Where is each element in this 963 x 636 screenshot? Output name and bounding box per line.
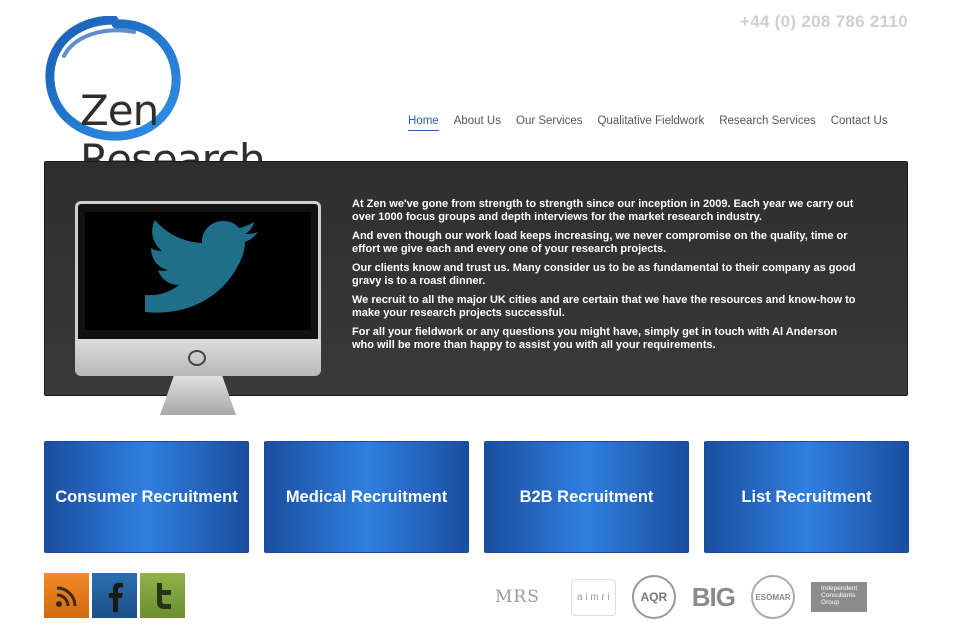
nav-about-us[interactable]: About Us	[454, 115, 501, 131]
hero-paragraph: At Zen we've gone from strength to stren…	[352, 198, 854, 223]
phone-number: +44 (0) 208 786 2110	[739, 12, 908, 31]
social-links	[44, 573, 185, 618]
monitor-chin	[75, 339, 321, 376]
nav-contact-us[interactable]: Contact Us	[831, 115, 888, 131]
monitor-image	[75, 201, 321, 415]
hero-banner: At Zen we've gone from strength to stren…	[44, 161, 908, 415]
main-nav: Home About Us Our Services Qualitative F…	[408, 115, 888, 131]
hero-paragraph: We recruit to all the major UK cities an…	[352, 294, 856, 319]
partner-logos: MRS a i m r i AQR BIG ESOMAR Independent…	[495, 575, 868, 619]
hero-paragraph: And even though our work load keeps incr…	[352, 230, 848, 255]
hero-text: At Zen we've gone from strength to stren…	[352, 198, 862, 358]
esomar-logo: ESOMAR	[751, 575, 796, 619]
monitor-stand	[160, 376, 236, 415]
logo[interactable]: Zen Research	[44, 15, 354, 184]
monitor-frame	[75, 201, 321, 339]
twitter-icon[interactable]	[140, 573, 185, 618]
aqr-logo: AQR	[631, 575, 676, 619]
service-tiles: Consumer Recruitment Medical Recruitment…	[44, 441, 909, 553]
hero-paragraph: Our clients know and trust us. Many cons…	[352, 262, 856, 287]
icg-logo: Independent Consultants Group	[811, 582, 868, 612]
tile-b2b-recruitment[interactable]: B2B Recruitment	[484, 441, 689, 553]
tile-consumer-recruitment[interactable]: Consumer Recruitment	[44, 441, 249, 553]
rss-icon[interactable]	[44, 573, 89, 618]
monitor-screen	[85, 212, 311, 330]
apple-logo-icon	[188, 350, 206, 366]
nav-our-services[interactable]: Our Services	[516, 115, 582, 131]
nav-home[interactable]: Home	[408, 115, 439, 131]
nav-research-services[interactable]: Research Services	[719, 115, 816, 131]
nav-qualitative-fieldwork[interactable]: Qualitative Fieldwork	[597, 115, 704, 131]
hero-paragraph: For all your fieldwork or any questions …	[352, 326, 838, 351]
big-logo: BIG	[691, 581, 736, 612]
facebook-icon[interactable]	[92, 573, 137, 618]
aimri-logo: a i m r i	[571, 578, 616, 616]
mrs-logo: MRS	[495, 587, 540, 607]
tile-list-recruitment[interactable]: List Recruitment	[704, 441, 909, 553]
twitter-bird-icon	[145, 220, 258, 313]
tile-medical-recruitment[interactable]: Medical Recruitment	[264, 441, 469, 553]
